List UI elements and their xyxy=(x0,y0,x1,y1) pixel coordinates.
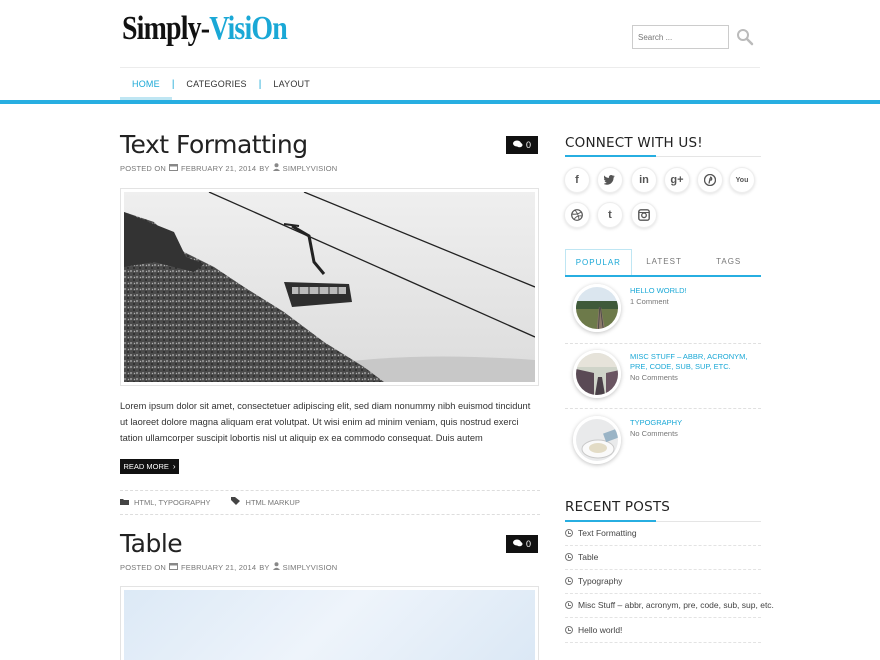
comment-count: 0 xyxy=(525,140,531,150)
posted-on-label: POSTED ON xyxy=(120,163,166,173)
post-title[interactable]: Text Formatting xyxy=(120,130,308,159)
popular-post-comments: No Comments xyxy=(630,429,678,438)
google-plus-icon[interactable]: g+ xyxy=(664,167,690,193)
recent-post-link[interactable]: Hello world! xyxy=(578,625,622,635)
clock-icon xyxy=(565,626,573,634)
facebook-icon[interactable]: f xyxy=(564,167,590,193)
post-author[interactable]: SIMPLYVISION xyxy=(283,164,338,173)
popular-post-title[interactable]: TYPOGRAPHY xyxy=(630,418,760,428)
post-thumbnail[interactable] xyxy=(573,416,621,464)
recent-post-item[interactable]: Typography xyxy=(565,576,761,586)
folder-icon xyxy=(120,498,129,507)
user-icon xyxy=(272,562,280,572)
recent-post-link[interactable]: Misc Stuff – abbr, acronym, pre, code, s… xyxy=(578,600,774,610)
comments-icon xyxy=(512,539,523,549)
connect-widget-title: CONNECT WITH US! xyxy=(565,135,703,151)
widget-title-accent xyxy=(565,155,656,157)
post-divider xyxy=(120,514,540,515)
post-title[interactable]: Table xyxy=(120,529,183,558)
recent-post-item[interactable]: Misc Stuff – abbr, acronym, pre, code, s… xyxy=(565,600,774,610)
post-date[interactable]: FEBRUARY 21, 2014 xyxy=(181,164,256,173)
popular-post-title[interactable]: HELLO WORLD! xyxy=(630,286,760,296)
recent-post-item[interactable]: Text Formatting xyxy=(565,528,761,538)
tumblr-icon[interactable]: t xyxy=(597,202,623,228)
nav-accent-bar xyxy=(0,100,880,104)
recent-post-link[interactable]: Text Formatting xyxy=(578,528,637,538)
recent-post-item[interactable]: Table xyxy=(565,552,761,562)
twitter-icon[interactable] xyxy=(597,167,623,193)
dribbble-icon[interactable] xyxy=(564,202,590,228)
comment-count-badge[interactable]: 0 xyxy=(506,136,538,154)
post-meta: POSTED ON FEBRUARY 21, 2014 BY SIMPLYVIS… xyxy=(120,562,337,572)
linkedin-icon[interactable]: in xyxy=(631,167,657,193)
post-taxonomy: HTML, TYPOGRAPHY HTML MARKUP xyxy=(120,497,300,507)
cable-car-photo xyxy=(124,192,535,382)
popular-post-item[interactable]: MISC STUFF – ABBR, ACRONYM, PRE, CODE, S… xyxy=(565,344,761,410)
tab-latest[interactable]: LATEST xyxy=(632,249,697,275)
main-nav: HOME | CATEGORIES | LAYOUT xyxy=(120,68,322,100)
list-divider xyxy=(565,617,761,618)
by-label: BY xyxy=(259,163,270,173)
clock-icon xyxy=(565,529,573,537)
widget-title-accent xyxy=(565,520,656,522)
recent-post-link[interactable]: Typography xyxy=(578,576,622,586)
instagram-icon[interactable] xyxy=(631,202,657,228)
recent-post-item[interactable]: Hello world! xyxy=(565,625,761,635)
tab-tags[interactable]: TAGS xyxy=(696,249,761,275)
post-thumbnail[interactable] xyxy=(573,284,621,332)
post-categories[interactable]: HTML, TYPOGRAPHY xyxy=(134,498,211,507)
by-label: BY xyxy=(259,562,270,572)
list-divider xyxy=(565,642,761,643)
post-divider xyxy=(120,490,540,491)
site-logo[interactable]: Simply-VisiOn xyxy=(122,10,288,48)
sidebar-tabs: POPULAR LATEST TAGS xyxy=(565,249,761,277)
tab-popular[interactable]: POPULAR xyxy=(565,249,632,275)
popular-post-item[interactable]: TYPOGRAPHY No Comments xyxy=(565,410,761,476)
list-divider xyxy=(565,593,761,594)
post-thumbnail[interactable] xyxy=(573,350,621,398)
youtube-icon[interactable]: You xyxy=(729,167,755,193)
list-divider xyxy=(565,408,761,409)
calendar-icon xyxy=(168,562,178,572)
list-divider xyxy=(565,569,761,570)
post-tags[interactable]: HTML MARKUP xyxy=(246,498,300,507)
popular-post-item[interactable]: HELLO WORLD! 1 Comment xyxy=(565,278,761,344)
nav-item-home[interactable]: HOME xyxy=(120,68,172,100)
comments-icon xyxy=(512,140,523,150)
comment-count: 0 xyxy=(525,539,531,549)
logo-part-2: VisiOn xyxy=(209,10,288,47)
chevron-right-icon: › xyxy=(172,462,176,471)
popular-post-title[interactable]: MISC STUFF – ABBR, ACRONYM, PRE, CODE, S… xyxy=(630,352,760,372)
post-excerpt: Lorem ipsum dolor sit amet, consectetuer… xyxy=(120,401,531,443)
recent-post-link[interactable]: Table xyxy=(578,552,598,562)
calendar-icon xyxy=(168,163,178,173)
popular-post-comments: No Comments xyxy=(630,373,678,382)
post-meta: POSTED ON FEBRUARY 21, 2014 BY SIMPLYVIS… xyxy=(120,163,337,173)
clock-icon xyxy=(565,601,573,609)
post-featured-image[interactable] xyxy=(120,188,539,386)
posted-on-label: POSTED ON xyxy=(120,562,166,572)
search-input[interactable] xyxy=(632,25,729,49)
comment-count-badge[interactable]: 0 xyxy=(506,535,538,553)
clock-icon xyxy=(565,577,573,585)
search-icon[interactable] xyxy=(736,28,754,46)
post-date[interactable]: FEBRUARY 21, 2014 xyxy=(181,563,256,572)
post-featured-image[interactable] xyxy=(120,586,539,660)
nav-item-layout[interactable]: LAYOUT xyxy=(261,68,322,100)
tags-icon xyxy=(230,497,241,507)
post-author[interactable]: SIMPLYVISION xyxy=(283,563,338,572)
clock-icon xyxy=(565,553,573,561)
logo-part-1: Simply- xyxy=(122,10,210,47)
popular-post-comments: 1 Comment xyxy=(630,297,669,306)
read-more-button[interactable]: READ MORE › xyxy=(120,459,179,474)
nav-item-categories[interactable]: CATEGORIES xyxy=(174,68,258,100)
read-more-label: READ MORE xyxy=(123,462,169,471)
list-divider xyxy=(565,545,761,546)
pinterest-icon[interactable] xyxy=(697,167,723,193)
user-icon xyxy=(272,163,280,173)
recent-posts-title: RECENT POSTS xyxy=(565,499,671,515)
